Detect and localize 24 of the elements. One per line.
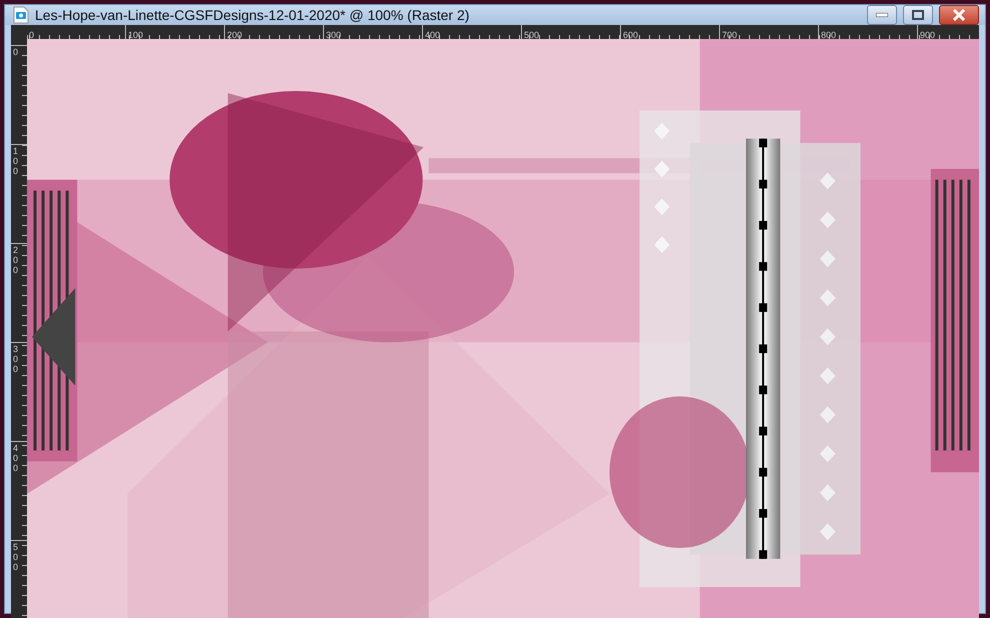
ruler-label: 600 <box>623 30 638 39</box>
ruler-label: 0 <box>13 48 20 58</box>
ruler-label: 100 <box>128 30 144 39</box>
ruler-label: 300 <box>13 345 20 375</box>
ruler-label: 0 <box>29 30 34 39</box>
ruler-label: 800 <box>821 30 836 39</box>
maximize-button[interactable] <box>903 5 933 25</box>
ruler-label: 200 <box>227 30 242 39</box>
ruler-label: 500 <box>524 30 540 39</box>
ruler-label: 400 <box>13 444 20 474</box>
close-button[interactable] <box>939 5 979 25</box>
ruler-label: 500 <box>13 543 20 573</box>
minimize-button[interactable] <box>867 5 897 25</box>
close-icon <box>952 9 966 21</box>
ruler-label: 400 <box>425 30 440 39</box>
ruler-label: 700 <box>722 30 738 39</box>
ruler-label: 200 <box>13 246 20 276</box>
ruler-label: 100 <box>13 147 20 177</box>
image-file-icon <box>13 6 29 24</box>
minimize-icon <box>876 13 888 17</box>
ruler-label: 900 <box>920 30 936 39</box>
window-title: Les-Hope-van-Linette-CGSFDesigns-12-01-2020* @ 100% (Raster 2) <box>35 7 470 23</box>
maximize-icon <box>912 10 924 20</box>
ruler-label: 300 <box>326 30 342 39</box>
